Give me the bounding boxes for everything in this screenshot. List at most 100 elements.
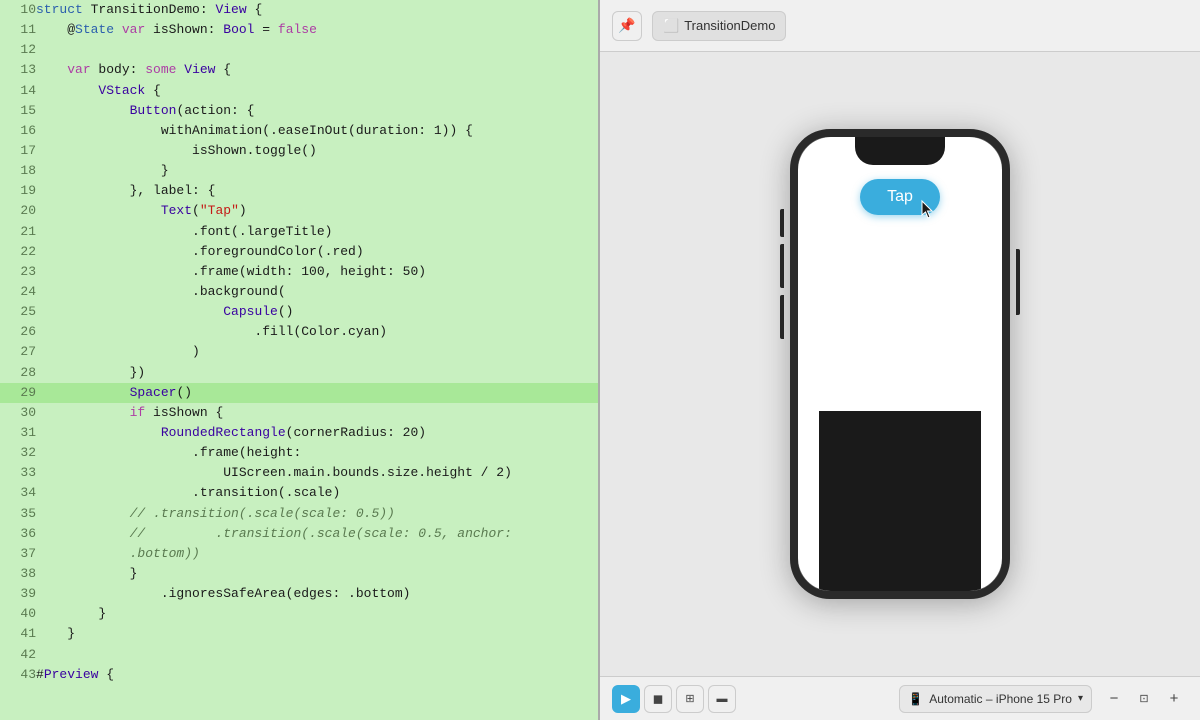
table-row: 14 VStack { [0, 81, 598, 101]
code-editor[interactable]: 10struct TransitionDemo: View {11 @State… [0, 0, 600, 720]
table-row: 19 }, label: { [0, 181, 598, 201]
stop-icon: ◼ [653, 691, 664, 707]
line-content: } [36, 161, 598, 181]
table-row: 38 } [0, 564, 598, 584]
table-row: 20 Text("Tap") [0, 201, 598, 221]
preview-toolbar: 📌 ⬜ TransitionDemo [600, 0, 1200, 52]
table-row: 22 .foregroundColor(.red) [0, 242, 598, 262]
iphone-dynamic-island [855, 137, 945, 165]
iphone-volume-up-button [780, 244, 784, 288]
layout-icon: ▬ [717, 693, 728, 705]
zoom-out-icon: − [1110, 690, 1119, 707]
line-content: isShown.toggle() [36, 141, 598, 161]
line-content: RoundedRectangle(cornerRadius: 20) [36, 423, 598, 443]
line-number: 31 [0, 423, 36, 443]
zoom-fit-button[interactable]: ⊡ [1130, 685, 1158, 713]
line-number: 33 [0, 463, 36, 483]
table-row: 11 @State var isShown: Bool = false [0, 20, 598, 40]
grid-button[interactable]: ⊞ [676, 685, 704, 713]
line-number: 11 [0, 20, 36, 40]
line-content: .foregroundColor(.red) [36, 242, 598, 262]
line-number: 42 [0, 645, 36, 665]
line-number: 27 [0, 342, 36, 362]
line-content: // .transition(.scale(scale: 0.5)) [36, 504, 598, 524]
preview-controls: ▶ ◼ ⊞ ▬ [612, 685, 736, 713]
line-number: 26 [0, 322, 36, 342]
line-content: ) [36, 342, 598, 362]
line-number: 32 [0, 443, 36, 463]
table-row: 16 withAnimation(.easeInOut(duration: 1)… [0, 121, 598, 141]
line-content: .background( [36, 282, 598, 302]
table-row: 25 Capsule() [0, 302, 598, 322]
line-number: 41 [0, 624, 36, 644]
line-number: 38 [0, 564, 36, 584]
zoom-in-button[interactable]: + [1160, 685, 1188, 713]
line-content: VStack { [36, 81, 598, 101]
line-content [36, 645, 598, 665]
table-row: 30 if isShown { [0, 403, 598, 423]
rounded-rectangle [819, 411, 981, 591]
iphone-mute-button [780, 209, 784, 237]
table-row: 35 // .transition(.scale(scale: 0.5)) [0, 504, 598, 524]
table-row: 41 } [0, 624, 598, 644]
line-content: } [36, 604, 598, 624]
tap-button-label: Tap [887, 188, 913, 206]
table-row: 32 .frame(height: [0, 443, 598, 463]
iphone-body: Tap [798, 165, 1002, 591]
line-content: Spacer() [36, 383, 598, 403]
line-number: 13 [0, 60, 36, 80]
iphone-power-button [1016, 249, 1020, 315]
line-number: 16 [0, 121, 36, 141]
line-number: 29 [0, 383, 36, 403]
table-row: 21 .font(.largeTitle) [0, 222, 598, 242]
table-row: 33 UIScreen.main.bounds.size.height / 2) [0, 463, 598, 483]
line-content: var body: some View { [36, 60, 598, 80]
iphone-screen: Tap [798, 137, 1002, 591]
line-number: 12 [0, 40, 36, 60]
line-content: // .transition(.scale(scale: 0.5, anchor… [36, 524, 598, 544]
layout-button[interactable]: ▬ [708, 685, 736, 713]
stop-button[interactable]: ◼ [644, 685, 672, 713]
line-number: 17 [0, 141, 36, 161]
table-row: 39 .ignoresSafeArea(edges: .bottom) [0, 584, 598, 604]
line-number: 40 [0, 604, 36, 624]
line-content: if isShown { [36, 403, 598, 423]
pin-icon: 📌 [618, 17, 635, 34]
line-content: Button(action: { [36, 101, 598, 121]
table-row: 36 // .transition(.scale(scale: 0.5, anc… [0, 524, 598, 544]
device-icon: 📱 [908, 692, 923, 706]
table-row: 17 isShown.toggle() [0, 141, 598, 161]
table-row: 26 .fill(Color.cyan) [0, 322, 598, 342]
table-row: 28 }) [0, 363, 598, 383]
table-row: 40 } [0, 604, 598, 624]
line-content: } [36, 564, 598, 584]
line-content: Text("Tap") [36, 201, 598, 221]
table-row: 24 .background( [0, 282, 598, 302]
table-row: 31 RoundedRectangle(cornerRadius: 20) [0, 423, 598, 443]
preview-title-button[interactable]: ⬜ TransitionDemo [652, 11, 786, 41]
line-content: withAnimation(.easeInOut(duration: 1)) { [36, 121, 598, 141]
line-number: 30 [0, 403, 36, 423]
pin-button[interactable]: 📌 [612, 11, 642, 41]
line-number: 34 [0, 483, 36, 503]
chevron-down-icon: ▾ [1078, 693, 1083, 704]
line-number: 43 [0, 665, 36, 685]
table-row: 29 Spacer() [0, 383, 598, 403]
line-number: 15 [0, 101, 36, 121]
line-content: Capsule() [36, 302, 598, 322]
line-number: 25 [0, 302, 36, 322]
line-content: .frame(width: 100, height: 50) [36, 262, 598, 282]
line-content: }, label: { [36, 181, 598, 201]
zoom-in-icon: + [1170, 690, 1179, 707]
play-button[interactable]: ▶ [612, 685, 640, 713]
zoom-fit-icon: ⊡ [1139, 692, 1148, 705]
zoom-controls: − ⊡ + [1100, 685, 1188, 713]
line-number: 19 [0, 181, 36, 201]
device-label: Automatic – iPhone 15 Pro [929, 692, 1072, 706]
grid-icon: ⊞ [685, 692, 694, 705]
table-row: 10struct TransitionDemo: View { [0, 0, 598, 20]
zoom-out-button[interactable]: − [1100, 685, 1128, 713]
line-content: .bottom)) [36, 544, 598, 564]
device-selector[interactable]: 📱 Automatic – iPhone 15 Pro ▾ [899, 685, 1092, 713]
tap-button[interactable]: Tap [860, 179, 940, 215]
